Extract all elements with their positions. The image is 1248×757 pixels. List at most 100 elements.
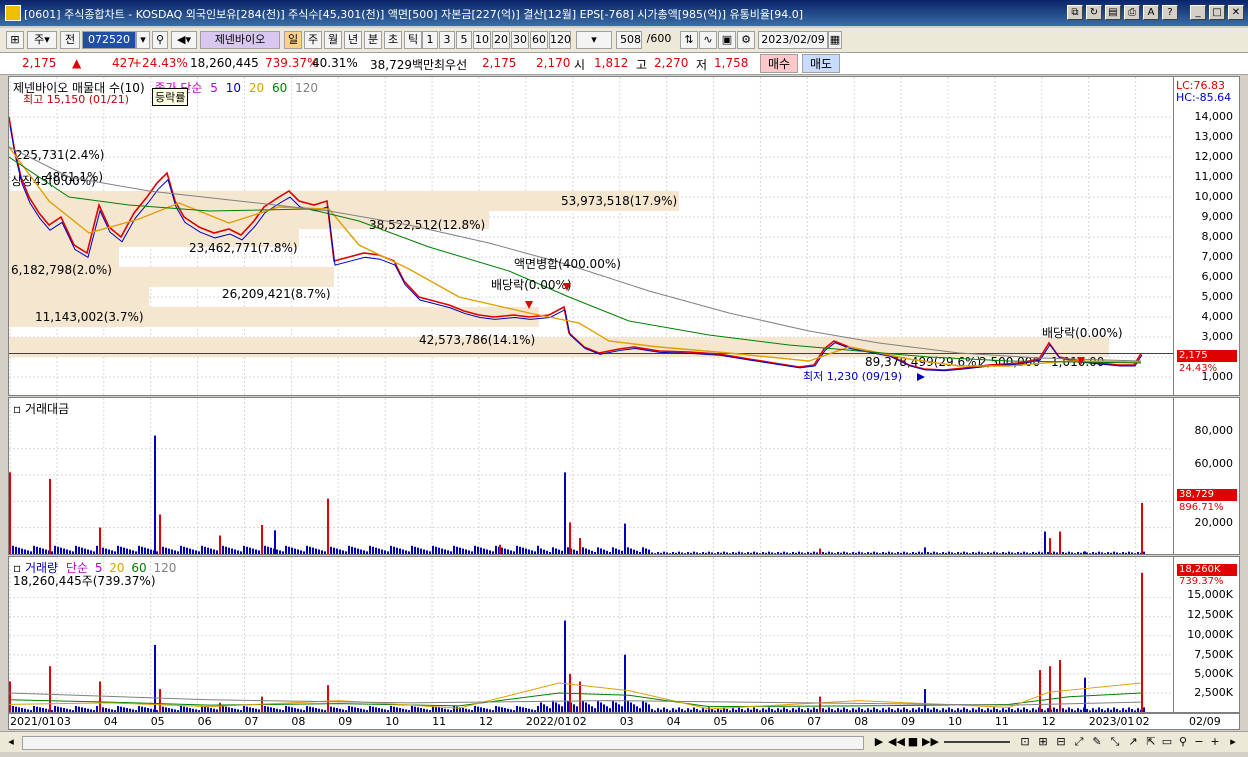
indicator-icon[interactable]: ∿ bbox=[699, 31, 717, 49]
volume-bar bbox=[552, 700, 554, 712]
amount-bar bbox=[123, 547, 125, 554]
speed-slider[interactable] bbox=[944, 741, 1010, 743]
volume-bar bbox=[126, 708, 128, 712]
calendar-icon[interactable]: ▦ bbox=[828, 31, 842, 49]
settings-icon[interactable]: ⚙ bbox=[737, 31, 755, 49]
amount-bar bbox=[1077, 552, 1079, 554]
stop-icon[interactable]: ■ bbox=[906, 735, 920, 749]
refresh-icon[interactable]: ↻ bbox=[1086, 5, 1102, 20]
window-icon[interactable]: ▭ bbox=[1160, 735, 1174, 749]
zoom-out-icon[interactable]: − bbox=[1192, 735, 1206, 749]
search-icon[interactable]: ⚲ bbox=[152, 31, 168, 49]
amount-bar bbox=[414, 546, 416, 554]
period-button[interactable]: 월 bbox=[324, 31, 342, 49]
date-tick: 05 bbox=[150, 715, 165, 728]
amount-bar bbox=[615, 548, 617, 554]
interval-input[interactable]: ▾ bbox=[576, 31, 612, 49]
interval-button[interactable]: 10 bbox=[473, 31, 491, 49]
amount-bar bbox=[531, 550, 533, 554]
amount-bar bbox=[1101, 552, 1103, 554]
amount-bar bbox=[666, 552, 668, 554]
link-icon[interactable]: ⧉ bbox=[1067, 5, 1083, 20]
scroll-track[interactable] bbox=[22, 736, 864, 750]
amount-bar bbox=[351, 546, 353, 554]
draw-icon[interactable]: ⤢ bbox=[1072, 735, 1086, 749]
split-icon[interactable]: ⊟ bbox=[1054, 735, 1068, 749]
interval-button[interactable]: 30 bbox=[511, 31, 529, 49]
code-dropdown-icon[interactable]: ▾ bbox=[136, 31, 150, 49]
period-button[interactable]: 분 bbox=[364, 31, 382, 49]
amount-bar bbox=[372, 546, 374, 554]
volume-bar bbox=[960, 709, 962, 712]
interval-button[interactable]: 20 bbox=[492, 31, 510, 49]
amount-bar bbox=[276, 549, 278, 554]
sell-button[interactable]: 매도 bbox=[802, 54, 840, 73]
price-pane[interactable]: 53,973,518(17.9%) 38,522,512(12.8%) 23,462… bbox=[8, 76, 1174, 396]
arrow-icon[interactable]: ↗ bbox=[1126, 735, 1140, 749]
period-button[interactable]: 년 bbox=[344, 31, 362, 49]
volume-bar bbox=[870, 709, 872, 712]
play-icon[interactable]: ▶ bbox=[872, 735, 886, 749]
interval-button[interactable]: 120 bbox=[549, 31, 571, 49]
interval-button[interactable]: 3 bbox=[439, 31, 455, 49]
fast-forward-icon[interactable]: ▶▶ bbox=[922, 735, 939, 749]
rewind-icon[interactable]: ◀◀ bbox=[888, 735, 905, 749]
print-icon[interactable]: ⎙ bbox=[1124, 5, 1140, 20]
minimize-button[interactable]: _ bbox=[1190, 5, 1206, 20]
amount-bar bbox=[492, 551, 494, 554]
buy-button[interactable]: 매수 bbox=[760, 54, 798, 73]
period-button[interactable]: 주 bbox=[304, 31, 322, 49]
volume-bar bbox=[45, 708, 47, 712]
period-button[interactable]: 일 bbox=[284, 31, 302, 49]
code-input[interactable]: 072520 bbox=[82, 31, 136, 49]
count-input[interactable]: 508 bbox=[616, 31, 642, 49]
interval-button[interactable]: 5 bbox=[456, 31, 472, 49]
maximize-button[interactable]: □ bbox=[1209, 5, 1225, 20]
pen-icon[interactable]: ✎ bbox=[1090, 735, 1104, 749]
help-icon[interactable]: ? bbox=[1162, 5, 1178, 20]
volume-bar bbox=[651, 708, 653, 712]
amount-bar bbox=[255, 549, 257, 554]
date-tick: 12 bbox=[479, 715, 493, 728]
scroll-left-icon[interactable]: ◂ bbox=[4, 735, 18, 749]
interval-button[interactable]: 60 bbox=[530, 31, 548, 49]
volume-bar bbox=[1107, 708, 1109, 712]
bookmark-icon[interactable]: ⊞ bbox=[6, 31, 24, 49]
volume-pane[interactable]: ▫ 거래량 단순 5 20 60 120 18,260,445주(739.37%… bbox=[8, 556, 1174, 713]
amount-bar bbox=[234, 549, 236, 554]
zoom-icon[interactable]: ⚲ bbox=[1176, 735, 1190, 749]
fit-icon[interactable]: ⇱ bbox=[1144, 735, 1158, 749]
type-select[interactable]: 주▾ bbox=[27, 31, 57, 49]
period-button[interactable]: 틱 bbox=[404, 31, 422, 49]
volume-bar bbox=[1008, 707, 1010, 712]
interval-button[interactable]: 1 bbox=[422, 31, 438, 49]
stock-name-button[interactable]: 제넨바이오 bbox=[200, 31, 280, 49]
amount-bar bbox=[162, 546, 164, 554]
date-input[interactable]: 2023/02/09 bbox=[758, 31, 828, 49]
amount-pane[interactable]: ▫ 거래대금 bbox=[8, 397, 1174, 555]
prev-button[interactable]: 전 bbox=[60, 31, 80, 49]
volume-bar bbox=[351, 706, 353, 712]
zoom-region-icon[interactable]: ⊡ bbox=[1018, 735, 1032, 749]
close-button[interactable]: ✕ bbox=[1228, 5, 1244, 20]
amount-bar bbox=[321, 550, 323, 554]
sound-icon[interactable]: ◀▾ bbox=[171, 31, 197, 49]
volume-bar bbox=[867, 708, 869, 712]
volume-bar bbox=[1044, 710, 1046, 712]
legend-ma-5: 5 bbox=[210, 81, 218, 95]
scroll-right-icon[interactable]: ▸ bbox=[1226, 735, 1240, 749]
amount-bar bbox=[981, 552, 983, 554]
amount-bar bbox=[429, 551, 431, 554]
amount-bar bbox=[96, 545, 98, 554]
grid-icon[interactable]: ⊞ bbox=[1036, 735, 1050, 749]
amount-bar bbox=[564, 472, 566, 554]
disk-icon[interactable]: ▣ bbox=[718, 31, 736, 49]
save-icon[interactable]: ▤ bbox=[1105, 5, 1121, 20]
font-icon[interactable]: A bbox=[1143, 5, 1159, 20]
amount-bar bbox=[363, 550, 365, 554]
price-tick: 13,000 bbox=[1194, 130, 1234, 143]
zoom-in-icon[interactable]: + bbox=[1208, 735, 1222, 749]
line-icon[interactable]: ⤡ bbox=[1108, 735, 1122, 749]
period-button[interactable]: 초 bbox=[384, 31, 402, 49]
chart-type-icon[interactable]: ⇅ bbox=[680, 31, 698, 49]
